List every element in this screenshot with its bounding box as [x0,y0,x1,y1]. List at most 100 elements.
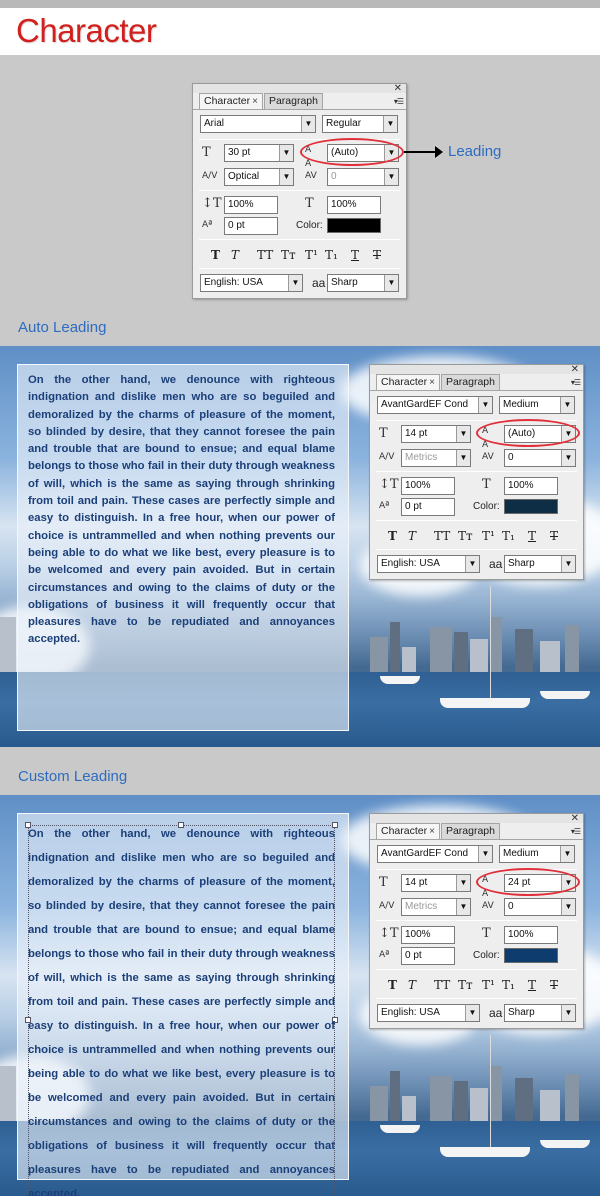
chevron-down-icon: ▼ [456,450,470,466]
color-swatch[interactable] [504,499,558,514]
chevron-down-icon: ▼ [561,1005,575,1021]
font-size-icon: T [202,145,211,160]
antialias-select[interactable]: Sharp ▼ [327,274,399,292]
subscript-button[interactable]: T₁ [502,978,515,992]
strikethrough-button[interactable]: T [550,529,558,543]
color-swatch[interactable] [327,218,381,233]
small-caps-button[interactable]: Tᴛ [281,248,296,262]
kerning-select[interactable]: Metrics ▼ [401,898,471,916]
tracking-select[interactable]: 0 ▼ [504,898,576,916]
font-style-select[interactable]: Medium ▼ [499,396,575,414]
faux-italic-button[interactable]: T [408,978,416,992]
tab-character[interactable]: Character × [376,374,440,390]
horizontal-scale-field[interactable]: 100% [504,926,558,944]
font-size-select[interactable]: 14 pt ▼ [401,874,471,892]
kerning-select[interactable]: Optical ▼ [224,168,294,186]
strikethrough-button[interactable]: T [373,248,381,262]
chevron-down-icon: ▼ [560,846,574,862]
underline-button[interactable]: T [528,978,536,992]
superscript-button[interactable]: T¹ [482,529,495,543]
subscript-button[interactable]: T₁ [502,529,515,543]
chevron-down-icon: ▼ [383,116,397,132]
vertical-scale-field[interactable]: 100% [401,926,455,944]
faux-bold-button[interactable]: T [388,529,397,543]
chevron-down-icon: ▼ [279,169,293,185]
horizontal-scale-field[interactable]: 100% [504,477,558,495]
faux-italic-button[interactable]: T [231,248,239,262]
font-family-select[interactable]: AvantGardEF Cond ▼ [377,396,493,414]
close-icon[interactable]: ✕ [571,364,579,375]
tab-character[interactable]: Character × [199,93,263,109]
kerning-select[interactable]: Metrics ▼ [401,449,471,467]
close-tab-icon[interactable]: × [429,377,435,388]
chevron-down-icon: ▼ [465,1005,479,1021]
chevron-down-icon: ▼ [384,169,398,185]
faux-italic-button[interactable]: T [408,529,416,543]
chevron-down-icon: ▼ [465,556,479,572]
horizontal-scale-field[interactable]: 100% [327,196,381,214]
vertical-scale-icon: ↕T [202,196,222,211]
font-style-select[interactable]: Regular ▼ [322,115,398,133]
font-size-select[interactable]: 14 pt ▼ [401,425,471,443]
language-select[interactable]: English: USA ▼ [377,555,480,573]
all-caps-button[interactable]: TT [257,248,273,262]
font-family-select[interactable]: Arial ▼ [200,115,316,133]
font-size-icon: T [379,875,388,890]
close-icon[interactable]: ✕ [394,83,402,94]
tab-paragraph[interactable]: Paragraph [440,823,500,839]
font-size-icon: T [379,426,388,441]
type-style-buttons: T T TT Tᴛ T¹ T₁ T T [388,978,568,994]
tab-paragraph[interactable]: Paragraph [263,93,323,109]
faux-bold-button[interactable]: T [388,978,397,992]
font-size-select[interactable]: 30 pt ▼ [224,144,294,162]
close-tab-icon[interactable]: × [429,826,435,837]
color-label: Color: [473,950,500,961]
language-select[interactable]: English: USA ▼ [377,1004,480,1022]
vertical-scale-field[interactable]: 100% [401,477,455,495]
language-select[interactable]: English: USA ▼ [200,274,303,292]
close-tab-icon[interactable]: × [252,96,258,107]
tracking-icon: AV [305,171,317,181]
tab-paragraph[interactable]: Paragraph [440,374,500,390]
character-panel: ✕ Character × Paragraph ▾☰ Arial ▼ Regular… [192,83,407,299]
baseline-shift-field[interactable]: 0 pt [401,498,455,516]
panel-menu-icon[interactable]: ▾☰ [571,827,581,836]
small-caps-button[interactable]: Tᴛ [458,529,473,543]
underline-button[interactable]: T [528,529,536,543]
tracking-select[interactable]: 0 ▼ [504,449,576,467]
vertical-scale-field[interactable]: 100% [224,196,278,214]
top-strip [0,0,600,8]
panel-menu-icon[interactable]: ▾☰ [571,378,581,387]
all-caps-button[interactable]: TT [434,529,450,543]
subscript-button[interactable]: T₁ [325,248,338,262]
close-icon[interactable]: ✕ [571,813,579,824]
superscript-button[interactable]: T¹ [305,248,318,262]
tracking-select[interactable]: 0 ▼ [327,168,399,186]
strikethrough-button[interactable]: T [550,978,558,992]
antialias-select[interactable]: Sharp ▼ [504,1004,576,1022]
type-style-buttons: T T TT Tᴛ T¹ T₁ T T [211,248,391,264]
page-header: Character [0,8,600,55]
color-swatch[interactable] [504,948,558,963]
superscript-button[interactable]: T¹ [482,978,495,992]
panel-menu-icon[interactable]: ▾☰ [394,97,404,106]
antialias-icon: aa [489,1006,503,1020]
leading-arrow [404,146,443,158]
font-family-select[interactable]: AvantGardEF Cond ▼ [377,845,493,863]
leading-annotation: Leading [448,143,502,160]
antialias-select[interactable]: Sharp ▼ [504,555,576,573]
baseline-shift-icon: Aª [379,950,390,960]
faux-bold-button[interactable]: T [211,248,220,262]
font-style-select[interactable]: Medium ▼ [499,845,575,863]
underline-button[interactable]: T [351,248,359,262]
chevron-down-icon: ▼ [560,397,574,413]
tracking-icon: AV [482,452,494,462]
kerning-icon: A/V [379,452,395,462]
small-caps-button[interactable]: Tᴛ [458,978,473,992]
all-caps-button[interactable]: TT [434,978,450,992]
baseline-shift-field[interactable]: 0 pt [401,947,455,965]
horizontal-scale-icon: T [482,477,491,492]
chevron-down-icon: ▼ [561,899,575,915]
baseline-shift-field[interactable]: 0 pt [224,217,278,235]
tab-character[interactable]: Character × [376,823,440,839]
